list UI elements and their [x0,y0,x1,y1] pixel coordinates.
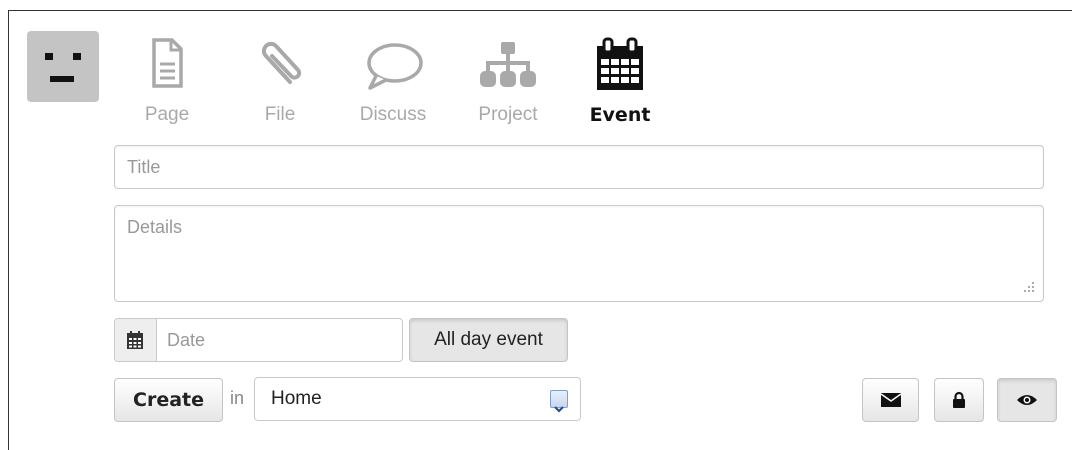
calendar-icon [127,331,143,349]
page-icon [152,38,183,88]
tab-label: File [264,104,296,125]
details-placeholder: Details [127,217,183,237]
resize-grip-icon[interactable] [1021,279,1035,293]
speech-bubble-icon [367,43,423,90]
tab-label: Discuss [359,104,427,125]
date-addon[interactable] [115,319,157,361]
in-label: in [230,388,245,408]
avatar-eye-right [73,53,81,60]
chevron-down-icon [554,406,564,413]
tab-page[interactable]: Page [136,36,198,126]
tab-label: Event [589,104,651,126]
visibility-button[interactable] [997,378,1057,422]
privacy-lock-button[interactable] [934,378,984,422]
tab-file[interactable]: File [250,36,310,126]
tab-project[interactable]: Project [472,36,544,126]
sitemap-icon [480,42,536,87]
tab-label: Project [478,104,538,125]
date-placeholder: Date [167,330,206,350]
paperclip-icon [261,41,302,84]
avatar-mouth [50,76,74,82]
all-day-event-toggle[interactable]: All day event [409,318,568,362]
avatar-eye-left [45,53,53,60]
location-value: Home [271,388,322,409]
eye-icon [1017,395,1037,405]
location-select[interactable]: Home [254,377,581,421]
tab-discuss[interactable]: Discuss [354,36,432,126]
tab-label: Page [144,104,190,125]
avatar [27,31,99,102]
title-placeholder: Title [127,157,161,177]
lock-icon [953,391,965,408]
details-textarea[interactable]: Details [114,205,1044,302]
title-input[interactable]: Title [114,145,1044,189]
envelope-icon [880,393,901,407]
dropdown-arrow-icon[interactable] [550,390,568,413]
tab-event[interactable]: Event [586,36,654,126]
create-button[interactable]: Create [114,378,223,422]
email-notify-button[interactable] [862,378,919,422]
calendar-icon [597,37,643,90]
date-field[interactable]: Date [114,318,403,362]
